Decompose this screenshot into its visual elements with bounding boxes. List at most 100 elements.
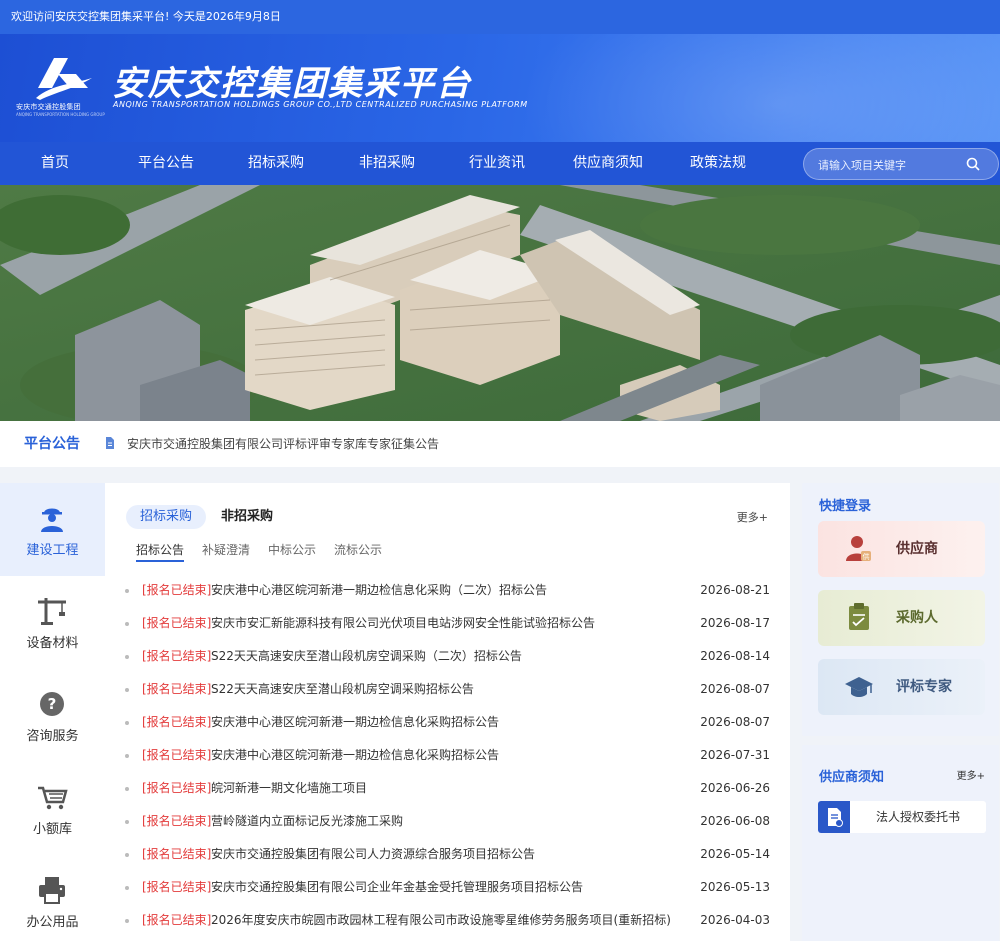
item-title[interactable]: 营岭隧道内立面标记反光漆施工采购 [211, 805, 403, 838]
item-date: 2026-04-03 [700, 913, 770, 927]
nav-non-tender-procurement[interactable]: 非招采购 [351, 142, 423, 185]
category-construction[interactable]: 建设工程 [0, 483, 105, 576]
item-title[interactable]: 安庆市交通控股集团有限公司人力资源综合服务项目招标公告 [211, 838, 535, 871]
worker-icon [41, 508, 63, 532]
item-date: 2026-08-07 [700, 682, 770, 696]
logo-subtext: ANQING TRANSPORTATION HOLDING GROUP [16, 112, 105, 117]
tab-tender-procurement[interactable]: 招标采购 [126, 505, 207, 529]
document-link[interactable]: 法人授权委托书 [818, 801, 986, 833]
welcome-bar: 欢迎访问安庆交控集团集采平台! 今天是2026年9月8日 [0, 0, 1000, 34]
category-label: 咨询服务 [26, 729, 79, 744]
item-date: 2026-07-31 [700, 748, 770, 762]
login-purchaser-label: 采购人 [896, 610, 938, 626]
printer-icon [39, 877, 65, 904]
list-item[interactable]: [报名已结束] 营岭隧道内立面标记反光漆施工采购 2026-06-08 [125, 805, 770, 838]
banner-image [0, 185, 1000, 421]
status-tag: [报名已结束] [142, 583, 212, 597]
crane-icon [38, 598, 66, 625]
status-tag: [报名已结束] [142, 847, 212, 861]
question-icon: ? [40, 692, 64, 716]
list-item[interactable]: [报名已结束] S22天天高速安庆至潜山段机房空调采购招标公告 2026-08-07 [125, 673, 770, 706]
login-expert-label: 评标专家 [896, 679, 952, 695]
item-date: 2026-05-14 [700, 847, 770, 861]
subtab-award-notice[interactable]: 中标公示 [268, 541, 316, 558]
list-item[interactable]: [报名已结束] 安庆市交通控股集团有限公司企业年金基金受托管理服务项目招标公告 20… [125, 871, 770, 904]
item-title[interactable]: 安庆市交通控股集团有限公司企业年金基金受托管理服务项目招标公告 [211, 871, 583, 904]
category-consulting[interactable]: ? 咨询服务 [0, 669, 105, 762]
list-item[interactable]: [报名已结束] 安庆港中心港区皖河新港一期边检信息化采购招标公告 2026-07-3… [125, 739, 770, 772]
svg-text:供: 供 [863, 552, 870, 561]
login-supplier-label: 供应商 [896, 541, 938, 557]
list-item[interactable]: [报名已结束] 2026年度安庆市皖圆市政园林工程有限公司市政设施零星维修劳务服务… [125, 904, 770, 937]
item-title[interactable]: 2026年度安庆市皖圆市政园林工程有限公司市政设施零星维修劳务服务项目(重新招标… [211, 904, 671, 937]
status-tag: [报名已结束] [142, 649, 212, 663]
subtab-tender-notice[interactable]: 招标公告 [136, 541, 185, 562]
login-supplier-button[interactable]: 供 供应商 [818, 521, 985, 577]
search-box [803, 148, 999, 180]
list-item[interactable]: [报名已结束] 安庆港中心港区皖河新港一期边检信息化采购（二次）招标公告 2026-… [125, 574, 770, 607]
item-title[interactable]: S22天天高速安庆至潜山段机房空调采购招标公告 [211, 673, 474, 706]
item-date: 2026-08-14 [700, 649, 770, 663]
supplier-notice-more-link[interactable]: 更多+ [957, 767, 985, 782]
nav-policy[interactable]: 政策法规 [682, 142, 754, 185]
status-tag: [报名已结束] [142, 682, 212, 696]
login-expert-button[interactable]: 评标专家 [818, 659, 985, 715]
announcement-link[interactable]: 安庆市交通控股集团有限公司评标评审专家库专家征集公告 [127, 421, 439, 467]
nav-industry-news[interactable]: 行业资讯 [461, 142, 533, 185]
list-item[interactable]: [报名已结束] 皖河新港一期文化墙施工项目 2026-06-26 [125, 772, 770, 805]
site-header: 安庆市交通控股集团 ANQING TRANSPORTATION HOLDING … [0, 34, 1000, 142]
status-tag: [报名已结束] [142, 814, 212, 828]
list-item[interactable]: [报名已结束] 安庆市交通控股集团有限公司人力资源综合服务项目招标公告 2026-0… [125, 838, 770, 871]
category-label: 设备材料 [26, 636, 79, 651]
nav-announcements[interactable]: 平台公告 [130, 142, 202, 185]
site-subtitle: ANQING TRANSPORTATION HOLDINGS GROUP CO.… [113, 100, 528, 109]
item-title[interactable]: S22天天高速安庆至潜山段机房空调采购（二次）招标公告 [211, 640, 522, 673]
more-link[interactable]: 更多+ [737, 509, 768, 525]
quick-login-title: 快捷登录 [819, 499, 872, 514]
nav-home[interactable]: 首页 [20, 142, 90, 185]
item-date: 2026-08-21 [700, 583, 770, 597]
category-label: 建设工程 [26, 543, 79, 558]
announcement-strip: 平台公告 安庆市交通控股集团有限公司评标评审专家库专家征集公告 [0, 421, 1000, 467]
search-icon[interactable] [966, 157, 980, 171]
file-icon [818, 801, 850, 833]
graduation-cap-icon [845, 677, 873, 697]
item-date: 2026-05-13 [700, 880, 770, 894]
subtab-clarification[interactable]: 补疑澄清 [202, 541, 250, 558]
list-item[interactable]: [报名已结束] S22天天高速安庆至潜山段机房空调采购（二次）招标公告 2026-0… [125, 640, 770, 673]
quick-login-panel: 快捷登录 供 供应商 采购人 评标专家 [802, 483, 999, 736]
site-title: 安庆交控集团集采平台 [112, 64, 472, 104]
list-item[interactable]: [报名已结束] 安庆港中心港区皖河新港一期边检信息化采购招标公告 2026-08-0… [125, 706, 770, 739]
status-tag: [报名已结束] [142, 880, 212, 894]
item-title[interactable]: 安庆市安汇新能源科技有限公司光伏项目电站涉网安全性能试验招标公告 [211, 607, 595, 640]
procurement-list-panel: 招标采购 非招采购 更多+ 招标公告 补疑澄清 中标公示 流标公示 [报名已结束… [105, 483, 790, 941]
logo-text: 安庆市交通控股集团 [16, 103, 81, 111]
item-title[interactable]: 安庆港中心港区皖河新港一期边检信息化采购（二次）招标公告 [211, 574, 547, 607]
category-label: 小额库 [32, 822, 72, 837]
status-tag: [报名已结束] [142, 781, 212, 795]
nav-supplier-notice[interactable]: 供应商须知 [566, 142, 650, 185]
status-tag: [报名已结束] [142, 715, 212, 729]
category-equipment[interactable]: 设备材料 [0, 576, 105, 669]
item-title[interactable]: 皖河新港一期文化墙施工项目 [211, 772, 367, 805]
hero-banner[interactable] [0, 185, 1000, 421]
item-title[interactable]: 安庆港中心港区皖河新港一期边检信息化采购招标公告 [211, 739, 499, 772]
status-tag: [报名已结束] [142, 913, 212, 927]
item-date: 2026-08-17 [700, 616, 770, 630]
cart-icon [38, 786, 68, 810]
category-office-supplies[interactable]: 办公用品 [0, 855, 105, 941]
item-date: 2026-08-07 [700, 715, 770, 729]
tab-non-tender-procurement[interactable]: 非招采购 [207, 505, 287, 529]
supplier-notice-title: 供应商须知 [819, 770, 885, 785]
clipboard-icon [849, 603, 869, 630]
nav-tender-procurement[interactable]: 招标采购 [240, 142, 312, 185]
subtab-failed-notice[interactable]: 流标公示 [334, 541, 382, 558]
list-item[interactable]: [报名已结束] 安庆市安汇新能源科技有限公司光伏项目电站涉网安全性能试验招标公告 2… [125, 607, 770, 640]
supplier-icon: 供 [846, 536, 871, 561]
announcement-title: 平台公告 [24, 436, 80, 452]
category-small-amount[interactable]: 小额库 [0, 762, 105, 855]
login-purchaser-button[interactable]: 采购人 [818, 590, 985, 646]
item-date: 2026-06-08 [700, 814, 770, 828]
item-title[interactable]: 安庆港中心港区皖河新港一期边检信息化采购招标公告 [211, 706, 499, 739]
search-input[interactable] [818, 155, 958, 175]
